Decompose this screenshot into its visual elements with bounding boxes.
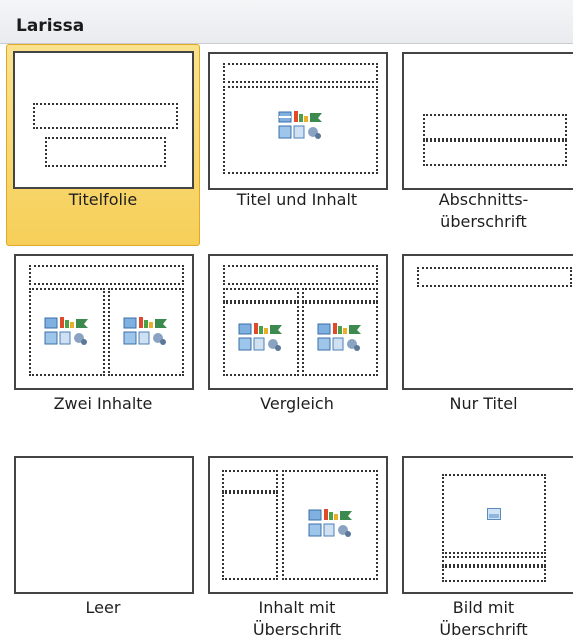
picture-placeholder: [442, 474, 546, 554]
layout-zwei-inhalte[interactable]: Zwei Inhalte: [6, 246, 200, 440]
layout-label: Leer: [85, 598, 121, 617]
layout-label: Zwei Inhalte: [53, 394, 153, 413]
content-placeholder: [282, 470, 378, 580]
gallery-header: Larissa: [0, 0, 573, 44]
content-insert-icons: [317, 323, 361, 351]
content-insert-icons: [123, 317, 167, 345]
layout-leer[interactable]: Leer: [6, 448, 200, 639]
content-insert-icons: [308, 509, 352, 537]
left-heading-placeholder: [223, 288, 299, 302]
left-content-placeholder: [29, 288, 105, 376]
layout-label: Bild mit Überschrift: [395, 597, 572, 641]
layout-thumbnail: [402, 254, 573, 390]
content-insert-icons: [238, 323, 282, 351]
title-placeholder: [223, 265, 378, 285]
layout-inhalt-mit-ueberschrift[interactable]: Inhalt mit Überschrift: [200, 448, 394, 639]
section-text-placeholder: [423, 140, 567, 166]
title-placeholder: [223, 63, 378, 83]
caption-text-placeholder: [222, 492, 278, 580]
layout-thumbnail: [208, 456, 388, 594]
layout-label: Abschnitts- überschrift: [395, 189, 572, 233]
label-line-2: überschrift: [440, 212, 527, 231]
layout-titelfolie[interactable]: Titelfolie: [6, 44, 200, 246]
label-line-1: Abschnitts-: [438, 190, 529, 209]
layout-label: Titelfolie: [68, 190, 138, 209]
layout-nur-titel[interactable]: Nur Titel: [394, 246, 573, 440]
content-insert-icons: [278, 111, 322, 139]
layout-thumbnail: [208, 52, 388, 190]
layout-thumbnail: [14, 254, 194, 390]
caption-text-placeholder: [442, 566, 546, 582]
layout-thumbnail: [13, 51, 194, 189]
layout-bild-mit-ueberschrift[interactable]: Bild mit Überschrift: [394, 448, 573, 639]
layout-thumbnail: [402, 456, 573, 594]
layout-thumbnail: [14, 456, 194, 594]
theme-title: Larissa: [16, 16, 85, 36]
right-content-placeholder: [108, 288, 184, 376]
layout-label: Vergleich: [260, 394, 334, 413]
left-content-placeholder: [223, 302, 299, 376]
right-heading-placeholder: [302, 288, 378, 302]
content-insert-icons: [44, 317, 88, 345]
layout-abschnittsueberschrift[interactable]: Abschnitts- überschrift: [394, 44, 573, 246]
layout-titel-und-inhalt[interactable]: Titel und Inhalt: [200, 44, 394, 246]
title-placeholder: [417, 267, 572, 287]
caption-title-placeholder: [222, 470, 278, 492]
layout-thumbnail: [208, 254, 388, 390]
layout-thumbnail: [402, 52, 573, 190]
label-line-1: Inhalt mit: [258, 598, 336, 617]
caption-title-placeholder: [442, 556, 546, 566]
title-placeholder: [33, 103, 178, 129]
label-line-2: Überschrift: [252, 620, 342, 639]
layout-label: Titel und Inhalt: [236, 190, 358, 209]
right-content-placeholder: [302, 302, 378, 376]
section-title-placeholder: [423, 114, 567, 140]
subtitle-placeholder: [45, 137, 166, 167]
layout-label: Inhalt mit Überschrift: [201, 597, 393, 641]
label-line-2: Überschrift: [439, 620, 528, 639]
title-placeholder: [29, 265, 184, 285]
picture-icon: [487, 508, 501, 520]
layout-label: Nur Titel: [449, 394, 518, 413]
content-placeholder: [223, 86, 378, 174]
layout-vergleich[interactable]: Vergleich: [200, 246, 394, 440]
label-line-1: Bild mit: [452, 598, 515, 617]
